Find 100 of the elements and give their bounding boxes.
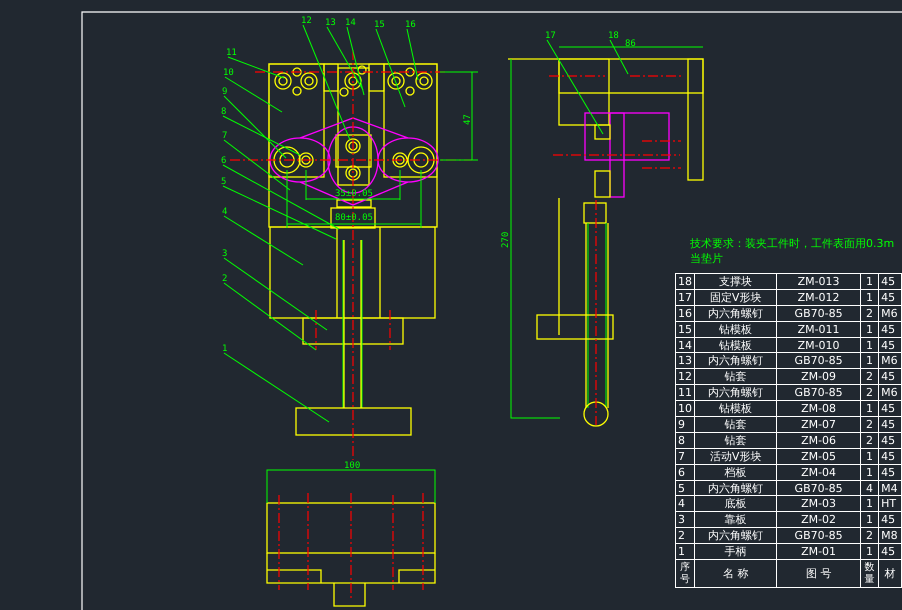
table-cell: 钻套 bbox=[694, 368, 777, 385]
table-cell: 10 bbox=[676, 400, 694, 417]
table-cell: 钻套 bbox=[694, 416, 777, 432]
table-cell: ZM-012 bbox=[776, 289, 860, 306]
table-cell: 12 bbox=[676, 368, 694, 385]
table-cell: 1 bbox=[860, 352, 879, 369]
table-cell: 45 bbox=[878, 464, 902, 480]
table-cell: 1 bbox=[860, 544, 879, 560]
table-cell: 4 bbox=[676, 496, 694, 512]
table-cell: 16 bbox=[676, 305, 694, 322]
table-cell: ZM-07 bbox=[776, 416, 860, 432]
table-cell: ZM-013 bbox=[776, 274, 860, 290]
table-cell: 1 bbox=[860, 448, 879, 464]
table-cell: GB70-85 bbox=[776, 480, 860, 496]
table-cell: 钻模板 bbox=[694, 321, 777, 338]
table-cell: 45 bbox=[878, 544, 902, 560]
balloon-number: 2 bbox=[222, 274, 228, 284]
table-cell: ZM-05 bbox=[776, 448, 860, 464]
table-cell: 3 bbox=[676, 512, 694, 528]
table-cell: GB70-85 bbox=[776, 305, 860, 322]
table-cell: 钻模板 bbox=[694, 400, 777, 417]
balloon-number: 4 bbox=[222, 207, 228, 217]
table-cell: 1 bbox=[676, 544, 694, 560]
table-cell: 45 bbox=[878, 337, 902, 353]
table-cell: 2 bbox=[860, 305, 879, 322]
technical-requirements-text: 技术要求：装夹工件时，工件表面用0.3m bbox=[690, 236, 894, 251]
dimension-text: 47 bbox=[463, 114, 473, 125]
balloon-number: 8 bbox=[221, 107, 226, 117]
table-cell: 2 bbox=[860, 528, 879, 544]
table-cell: 数量 bbox=[860, 560, 879, 588]
balloon-number: 18 bbox=[608, 31, 619, 41]
table-cell: 手柄 bbox=[694, 544, 777, 560]
table-cell: 2 bbox=[676, 528, 694, 544]
table-cell: 45 bbox=[878, 368, 902, 385]
table-cell: 9 bbox=[676, 416, 694, 432]
table-cell: M8 bbox=[878, 528, 902, 544]
table-cell: 材 bbox=[878, 560, 902, 588]
table-cell: 钻套 bbox=[694, 432, 777, 448]
table-cell: 6 bbox=[676, 464, 694, 480]
table-cell: 2 bbox=[860, 432, 879, 448]
table-cell: 支撑块 bbox=[694, 274, 777, 290]
table-cell: 固定V形块 bbox=[694, 289, 777, 306]
table-cell: ZM-04 bbox=[776, 464, 860, 480]
balloon-number: 7 bbox=[222, 131, 228, 141]
table-cell: 45 bbox=[878, 432, 902, 448]
technical-requirements-text: 当垫片 bbox=[690, 251, 723, 266]
table-cell: M6 bbox=[878, 305, 902, 322]
table-cell: ZM-010 bbox=[776, 337, 860, 353]
table-cell: 底板 bbox=[694, 496, 777, 512]
balloon-number: 14 bbox=[345, 18, 356, 28]
table-cell: ZM-011 bbox=[776, 321, 860, 338]
balloon-number: 16 bbox=[405, 20, 416, 30]
table-cell: 1 bbox=[860, 321, 879, 338]
table-cell: 5 bbox=[676, 480, 694, 496]
dimension-text: 35±0.05 bbox=[335, 189, 373, 199]
table-cell: 活动V形块 bbox=[694, 448, 777, 464]
table-cell: GB70-85 bbox=[776, 352, 860, 369]
table-cell: 8 bbox=[676, 432, 694, 448]
table-cell: 1 bbox=[860, 289, 879, 306]
table-cell: M4 bbox=[878, 480, 902, 496]
balloon-number: 12 bbox=[301, 16, 312, 26]
balloon-number: 1 bbox=[222, 344, 228, 354]
table-cell: 45 bbox=[878, 274, 902, 290]
table-cell: M6 bbox=[878, 384, 902, 401]
table-cell: GB70-85 bbox=[776, 528, 860, 544]
balloon-number: 13 bbox=[325, 18, 336, 28]
table-cell: 45 bbox=[878, 321, 902, 338]
table-cell: 档板 bbox=[694, 464, 777, 480]
dimension-text: 86 bbox=[625, 39, 636, 49]
table-cell: 7 bbox=[676, 448, 694, 464]
table-cell: 1 bbox=[860, 400, 879, 417]
table-cell: 17 bbox=[676, 289, 694, 306]
table-cell: 2 bbox=[860, 416, 879, 432]
table-cell: 1 bbox=[860, 337, 879, 353]
balloon-number: 6 bbox=[221, 156, 226, 166]
table-cell: 2 bbox=[860, 368, 879, 385]
table-cell: M6 bbox=[878, 352, 902, 369]
table-cell: 1 bbox=[860, 496, 879, 512]
table-cell: 1 bbox=[860, 274, 879, 290]
table-cell: ZM-08 bbox=[776, 400, 860, 417]
table-cell: 1 bbox=[860, 464, 879, 480]
balloon-number: 5 bbox=[221, 177, 226, 187]
balloon-number: 17 bbox=[545, 31, 556, 41]
table-cell: ZM-03 bbox=[776, 496, 860, 512]
table-cell: 15 bbox=[676, 321, 694, 338]
balloon-number: 3 bbox=[222, 249, 228, 259]
dimension-text: 270 bbox=[501, 232, 511, 248]
balloon-number: 11 bbox=[226, 48, 237, 58]
table-cell: 45 bbox=[878, 512, 902, 528]
table-cell: 2 bbox=[860, 384, 879, 401]
table-cell: 内六角螺钉 bbox=[694, 305, 777, 322]
table-cell: 名 称 bbox=[694, 560, 777, 588]
table-cell: ZM-02 bbox=[776, 512, 860, 528]
table-cell: ZM-09 bbox=[776, 368, 860, 385]
table-cell: 18 bbox=[676, 274, 694, 290]
table-cell: 1 bbox=[860, 512, 879, 528]
table-cell: HT bbox=[878, 496, 902, 512]
balloon-number: 9 bbox=[222, 87, 228, 97]
table-cell: GB70-85 bbox=[776, 384, 860, 401]
table-cell: 内六角螺钉 bbox=[694, 352, 777, 369]
